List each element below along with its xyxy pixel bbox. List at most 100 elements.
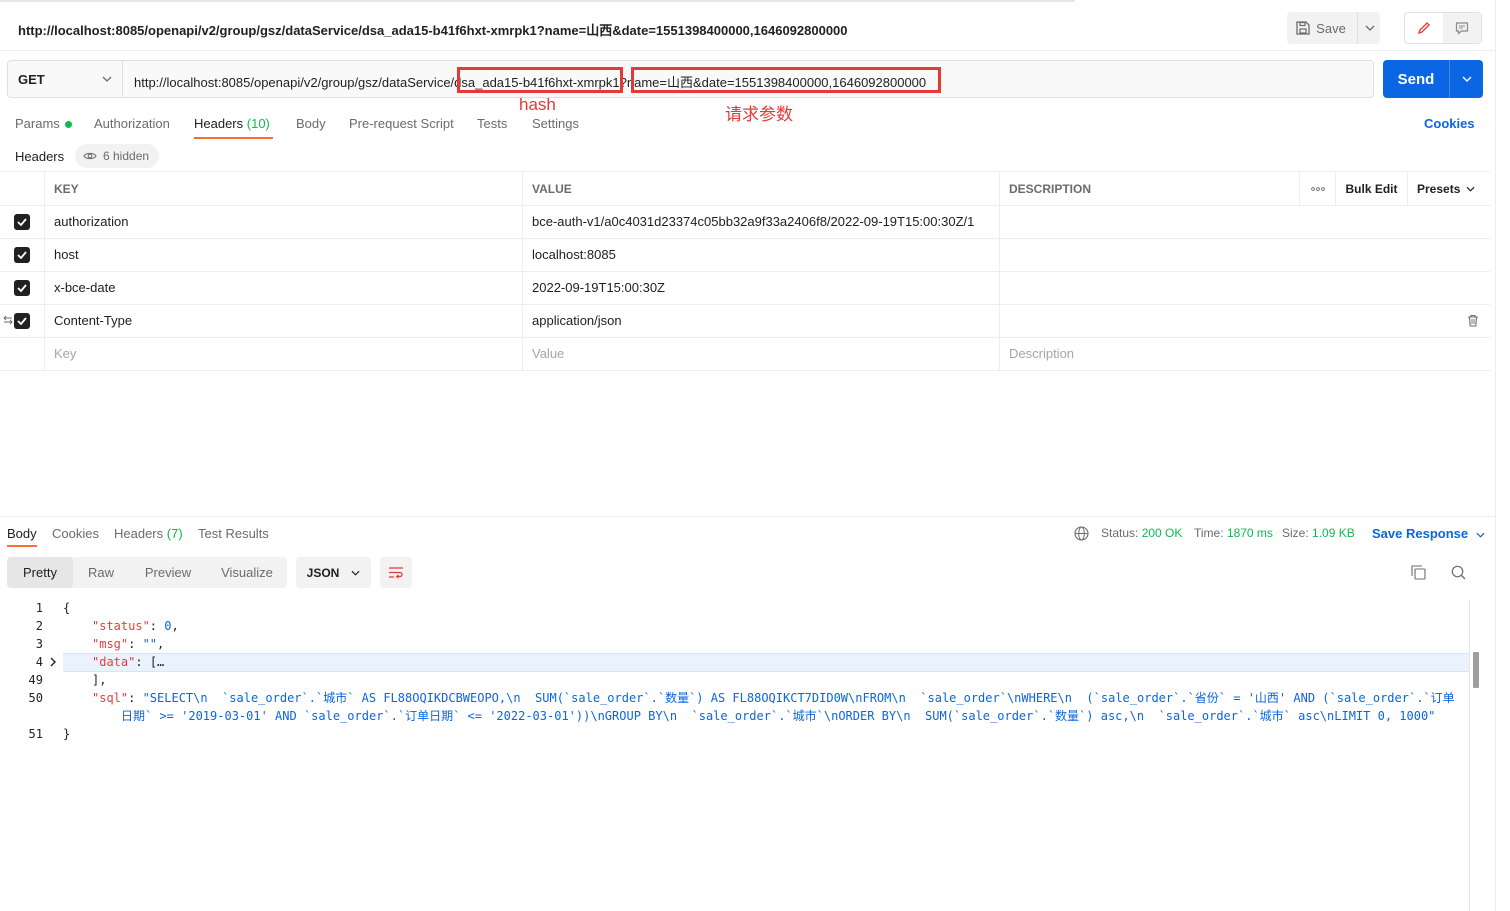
response-size[interactable]: Size: 1.09 KB: [1282, 526, 1355, 540]
send-button[interactable]: Send: [1383, 60, 1449, 98]
tab-tests[interactable]: Tests: [477, 116, 507, 131]
header-description-cell[interactable]: [999, 238, 1490, 271]
row-checkbox[interactable]: [14, 213, 30, 230]
response-tab-headers[interactable]: Headers (7): [114, 526, 183, 541]
params-annotation-label: 请求参数: [725, 105, 793, 124]
wrap-lines-button[interactable]: [380, 557, 412, 588]
bulk-edit-button[interactable]: Bulk Edit: [1335, 172, 1407, 205]
tab-params-label: Params: [15, 116, 60, 131]
chevron-down-icon: [351, 570, 360, 576]
tab-settings[interactable]: Settings: [532, 116, 579, 131]
chevron-down-icon: [1476, 532, 1485, 538]
response-tab-test-results[interactable]: Test Results: [198, 526, 269, 541]
chevron-right-icon[interactable]: [50, 657, 57, 667]
view-pretty-button[interactable]: Pretty: [7, 557, 73, 588]
params-indicator-dot: [64, 121, 72, 129]
view-visualize-button[interactable]: Visualize: [207, 557, 287, 588]
hidden-headers-toggle[interactable]: 6 hidden: [75, 144, 160, 168]
line-number: 49: [28, 673, 43, 687]
save-button[interactable]: Save: [1287, 12, 1355, 44]
code-line: "sql": "SELECT\n `sale_order`.`城市` AS FL…: [92, 691, 1455, 705]
request-title-bar: http://localhost:8085/openapi/v2/group/g…: [0, 2, 1495, 51]
wrap-lines-icon: [389, 567, 403, 579]
size-label: Size:: [1282, 526, 1309, 540]
response-status[interactable]: Status: 200 OK: [1101, 526, 1182, 540]
code-line: "msg": "",: [92, 637, 165, 651]
collapsed-array[interactable]: […: [150, 655, 164, 669]
row-checkbox[interactable]: [14, 246, 30, 263]
editor-scrollbar-track[interactable]: [1469, 600, 1470, 911]
code-line-wrapped: 日期` >= '2019-03-01' AND `sale_order`.`订单…: [121, 709, 1436, 723]
header-key-cell[interactable]: Content-Type: [44, 304, 522, 337]
response-divider[interactable]: [0, 516, 1495, 517]
copy-icon[interactable]: [1411, 565, 1426, 580]
tab-params[interactable]: Params: [15, 116, 72, 131]
edit-mode-button[interactable]: [1405, 13, 1444, 43]
hidden-headers-label: 6 hidden: [103, 149, 150, 163]
cookies-link[interactable]: Cookies: [1424, 116, 1475, 131]
new-description-input[interactable]: Description: [999, 337, 1490, 370]
chevron-down-icon: [1466, 186, 1475, 192]
tab-headers-count: (10): [246, 116, 270, 131]
tab-headers[interactable]: Headers (10): [194, 116, 270, 131]
header-value-cell[interactable]: 2022-09-19T15:00:30Z: [522, 271, 999, 304]
header-value-cell[interactable]: bce-auth-v1/a0c4031d23374c05bb32a9f33a24…: [522, 205, 999, 238]
response-time[interactable]: Time: 1870 ms: [1194, 526, 1273, 540]
eye-icon: [83, 152, 97, 160]
format-select[interactable]: JSON: [296, 557, 371, 588]
comments-button[interactable]: [1443, 13, 1481, 43]
active-tab-underline: [194, 137, 273, 139]
header-checkbox-column: [0, 172, 44, 205]
checkmark-icon: [17, 217, 27, 226]
method-select[interactable]: GET: [8, 61, 123, 97]
tab-pre-request-script[interactable]: Pre-request Script: [349, 116, 454, 131]
more-options-button[interactable]: [1299, 172, 1335, 205]
view-mode-toggle: [1404, 12, 1482, 44]
code-line: "data": […: [92, 655, 165, 669]
header-description-cell[interactable]: [999, 304, 1490, 337]
view-raw-button[interactable]: Raw: [73, 557, 129, 588]
row-checkbox[interactable]: [14, 279, 30, 296]
row-checkbox-cell: [0, 238, 44, 271]
save-button-group: Save: [1287, 12, 1380, 44]
json-key: "msg": [92, 637, 129, 651]
header-description-cell[interactable]: [999, 271, 1490, 304]
response-headers-count: (7): [166, 526, 183, 541]
response-tab-cookies[interactable]: Cookies: [52, 526, 99, 541]
save-label: Save: [1316, 20, 1346, 36]
tab-headers-label: Headers: [194, 116, 244, 131]
code-line: ],: [92, 673, 107, 687]
row-checkbox-cell: [0, 271, 44, 304]
save-response-button[interactable]: Save Response: [1372, 526, 1485, 541]
header-value-cell[interactable]: application/json: [522, 304, 999, 337]
column-value: VALUE: [522, 172, 999, 205]
save-dropdown-button[interactable]: [1357, 12, 1381, 44]
current-line-highlight: [63, 653, 1469, 672]
request-title[interactable]: http://localhost:8085/openapi/v2/group/g…: [18, 20, 848, 39]
response-tab-body[interactable]: Body: [7, 526, 37, 541]
view-preview-button[interactable]: Preview: [135, 557, 201, 588]
trash-icon[interactable]: [1467, 314, 1479, 327]
tab-body[interactable]: Body: [296, 116, 326, 131]
header-key-cell[interactable]: host: [44, 238, 522, 271]
search-icon[interactable]: [1451, 565, 1466, 580]
hash-annotation-box: [457, 67, 623, 93]
line-number: 2: [35, 619, 43, 633]
checkmark-icon: [17, 283, 27, 292]
header-description-cell[interactable]: [999, 205, 1490, 238]
row-checkbox[interactable]: [14, 312, 30, 329]
header-key-cell[interactable]: x-bce-date: [44, 271, 522, 304]
tab-authorization[interactable]: Authorization: [94, 116, 170, 131]
editor-scrollbar-thumb[interactable]: [1473, 652, 1479, 688]
header-value-cell[interactable]: localhost:8085: [522, 238, 999, 271]
send-dropdown-button[interactable]: [1449, 60, 1484, 98]
time-label: Time:: [1194, 526, 1224, 540]
presets-dropdown[interactable]: Presets: [1407, 172, 1490, 205]
globe-icon[interactable]: [1074, 526, 1089, 541]
new-key-input[interactable]: Key: [44, 337, 522, 370]
line-number: 4: [35, 655, 43, 669]
header-key-cell[interactable]: authorization: [44, 205, 522, 238]
new-value-input[interactable]: Value: [522, 337, 999, 370]
drag-handle-icon[interactable]: [3, 315, 13, 325]
save-icon: [1296, 21, 1310, 35]
